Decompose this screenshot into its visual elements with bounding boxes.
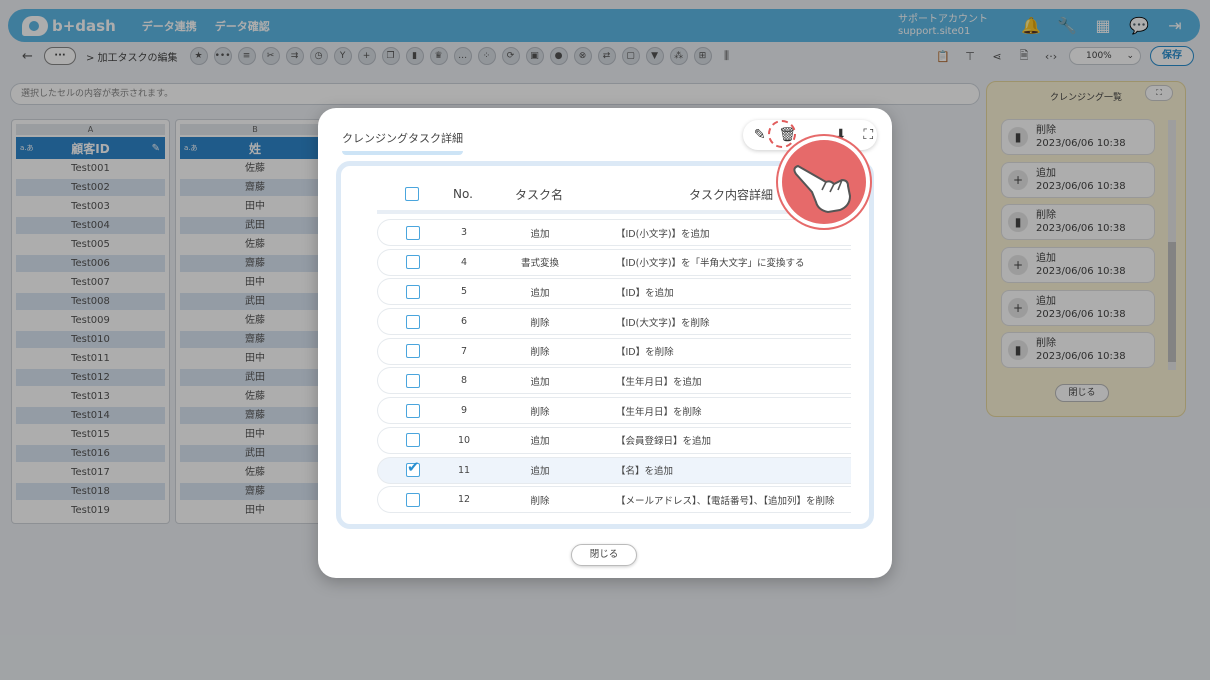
task-row[interactable]: 9 削除 【生年月日】を削除: [377, 397, 851, 425]
task-no: 10: [457, 434, 471, 446]
task-name: 追加: [530, 436, 550, 448]
task-row[interactable]: 12 削除 【メールアドレス】、【電話番号】、【追加列】を削除: [377, 486, 851, 514]
modal-close-button[interactable]: 閉じる: [571, 544, 637, 566]
task-name: 追加: [530, 466, 550, 477]
task-name: 追加: [530, 228, 550, 240]
task-row[interactable]: 5 追加 【ID】を追加: [377, 278, 851, 306]
edit-icon[interactable]: ✎: [751, 127, 769, 143]
row-checkbox[interactable]: [406, 458, 420, 477]
task-row[interactable]: 11 追加 【名】を追加: [377, 456, 851, 484]
task-name: 追加: [530, 376, 550, 388]
task-rows: 3 追加 【ID(小文字)】を追加 4 書式変換 【ID(小文字)】を「半角大文字」に変換…: [377, 219, 851, 516]
row-checkbox[interactable]: [406, 255, 420, 270]
select-all-checkbox[interactable]: [405, 187, 419, 201]
task-row[interactable]: 7 削除 【ID】を削除: [377, 337, 851, 365]
task-no: 4: [460, 256, 468, 268]
task-name: 削除: [530, 406, 550, 418]
row-checkbox[interactable]: [406, 284, 420, 299]
task-name: 削除: [530, 347, 550, 359]
header-no: No.: [453, 187, 473, 201]
row-checkbox[interactable]: [406, 433, 420, 448]
task-detail: 【ID(大文字)】を削除: [616, 317, 710, 329]
task-no: 6: [460, 316, 468, 328]
task-no: 7: [460, 345, 468, 357]
row-checkbox[interactable]: [406, 314, 420, 329]
task-detail: 【ID(小文字)】を追加: [616, 228, 710, 240]
task-row[interactable]: 3 追加 【ID(小文字)】を追加: [377, 219, 851, 246]
task-detail: 【メールアドレス】、【電話番号】、【追加列】を削除: [616, 495, 835, 507]
header-divider: [377, 210, 851, 214]
table-header: No. タスク名 タスク内容詳細: [377, 178, 847, 210]
task-detail: 【生年月日】を削除: [616, 406, 702, 418]
task-detail: 【ID(小文字)】を「半角大文字」に変換する: [616, 258, 805, 270]
task-name: 削除: [530, 495, 550, 507]
task-detail: 【生年月日】を追加: [616, 376, 702, 388]
task-name: 書式変換: [520, 258, 559, 270]
task-no: 3: [460, 227, 468, 238]
task-detail: 【ID】を追加: [616, 287, 674, 299]
task-no: 5: [460, 286, 468, 298]
row-checkbox[interactable]: [406, 373, 420, 388]
task-row[interactable]: 6 削除 【ID(大文字)】を削除: [377, 308, 851, 336]
task-detail: 【ID】を削除: [616, 347, 674, 359]
row-checkbox[interactable]: [406, 492, 420, 507]
task-row[interactable]: 8 追加 【生年月日】を追加: [377, 367, 851, 395]
pointing-hand-icon: [778, 136, 870, 228]
task-detail: 【名】を追加: [616, 466, 674, 477]
task-row[interactable]: 4 書式変換 【ID(小文字)】を「半角大文字」に変換する: [377, 248, 851, 276]
task-row[interactable]: 10 追加 【会員登録日】を追加: [377, 426, 851, 454]
modal-title: クレンジングタスク詳細: [342, 130, 463, 155]
task-detail: 【会員登録日】を追加: [616, 436, 712, 448]
task-no: 8: [460, 375, 468, 387]
row-checkbox[interactable]: [406, 344, 420, 359]
task-no: 12: [457, 494, 471, 506]
header-task-name: タスク名: [514, 187, 563, 202]
task-no: 11: [457, 464, 471, 476]
task-name: 削除: [530, 317, 550, 329]
task-no: 9: [460, 405, 468, 417]
row-checkbox[interactable]: [406, 225, 420, 240]
row-checkbox[interactable]: [406, 403, 420, 418]
task-name: 追加: [530, 287, 550, 299]
